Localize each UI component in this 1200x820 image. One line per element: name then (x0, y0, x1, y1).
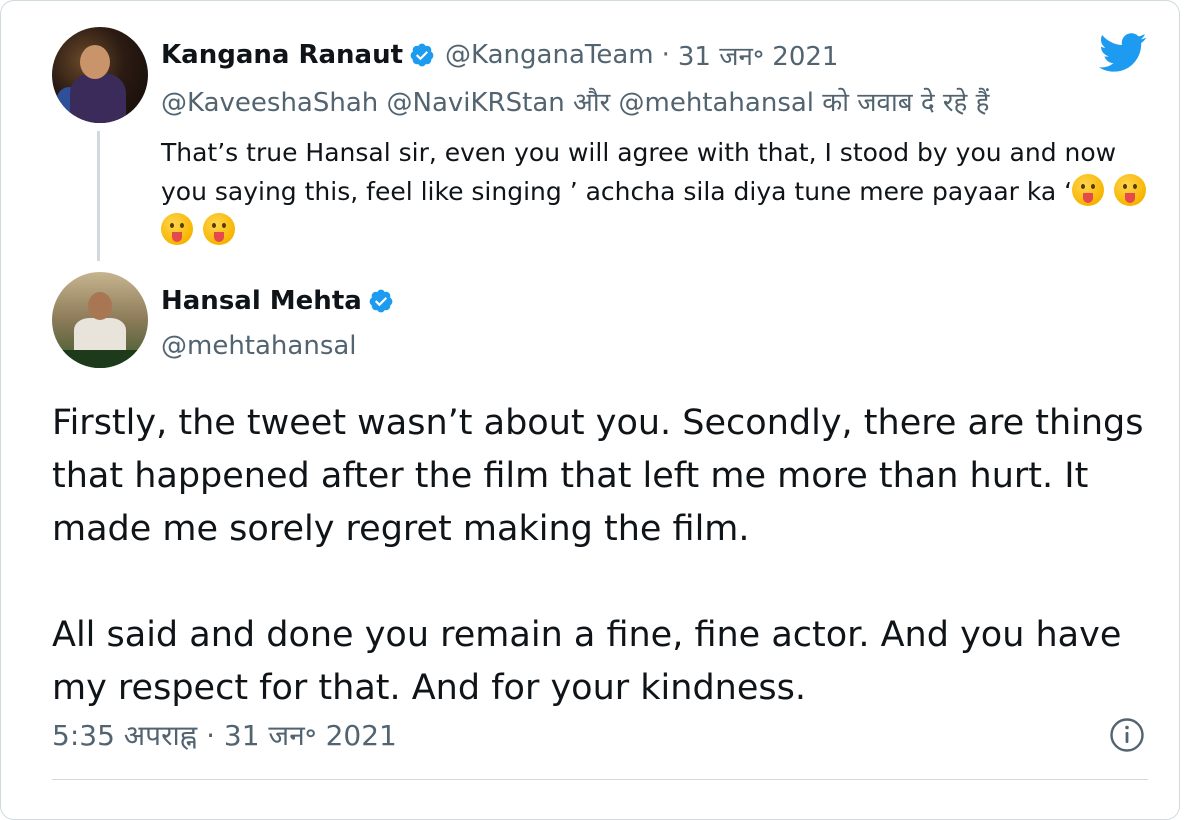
avatar-shape (70, 73, 126, 123)
tweet-card: Kangana Ranaut @KanganaTeam · 31 जन॰ 202… (0, 0, 1180, 820)
author-handle[interactable]: @KanganaTeam (445, 40, 654, 70)
thread-connector-line (97, 131, 100, 261)
avatar-shape (52, 350, 148, 368)
twitter-bird-icon[interactable] (1099, 33, 1147, 73)
avatar-hansal[interactable] (52, 272, 148, 368)
tweet-date[interactable]: 31 जन॰ 2021 (678, 37, 839, 73)
quoted-tweet-text: That’s true Hansal sir, even you will ag… (161, 138, 1117, 206)
quoted-tweet-body: That’s true Hansal sir, even you will ag… (161, 133, 1161, 250)
quoted-tweet-header: Kangana Ranaut @KanganaTeam · 31 जन॰ 202… (161, 37, 838, 73)
author-handle[interactable]: @mehtahansal (161, 331, 357, 361)
verified-badge-icon (369, 289, 393, 313)
main-tweet-body: Firstly, the tweet wasn’t about you. Sec… (52, 397, 1162, 715)
avatar-shape (88, 292, 112, 320)
face-with-tongue-emoji (203, 213, 235, 245)
face-with-tongue-emoji (1114, 174, 1147, 206)
author-name[interactable]: Kangana Ranaut (161, 40, 403, 70)
meta-separator: · (661, 40, 670, 70)
avatar-kangana[interactable] (52, 27, 148, 123)
tweet-paragraph: Firstly, the tweet wasn’t about you. Sec… (52, 403, 1144, 549)
main-tweet-header: Hansal Mehta (161, 286, 394, 316)
tweet-timestamp[interactable]: 5:35 अपराह्न · 31 जन॰ 2021 (52, 716, 397, 754)
avatar-shape (80, 45, 110, 79)
face-with-tongue-emoji (161, 213, 193, 245)
tweet-paragraph: All said and done you remain a fine, fin… (52, 615, 1122, 708)
author-name[interactable]: Hansal Mehta (161, 286, 362, 316)
divider (52, 779, 1148, 780)
replying-to-text[interactable]: @KaveeshaShah @NaviKRStan और @mehtahansa… (161, 83, 989, 119)
verified-badge-icon (410, 43, 434, 67)
face-with-tongue-emoji (1072, 174, 1105, 206)
info-icon[interactable] (1109, 717, 1145, 753)
